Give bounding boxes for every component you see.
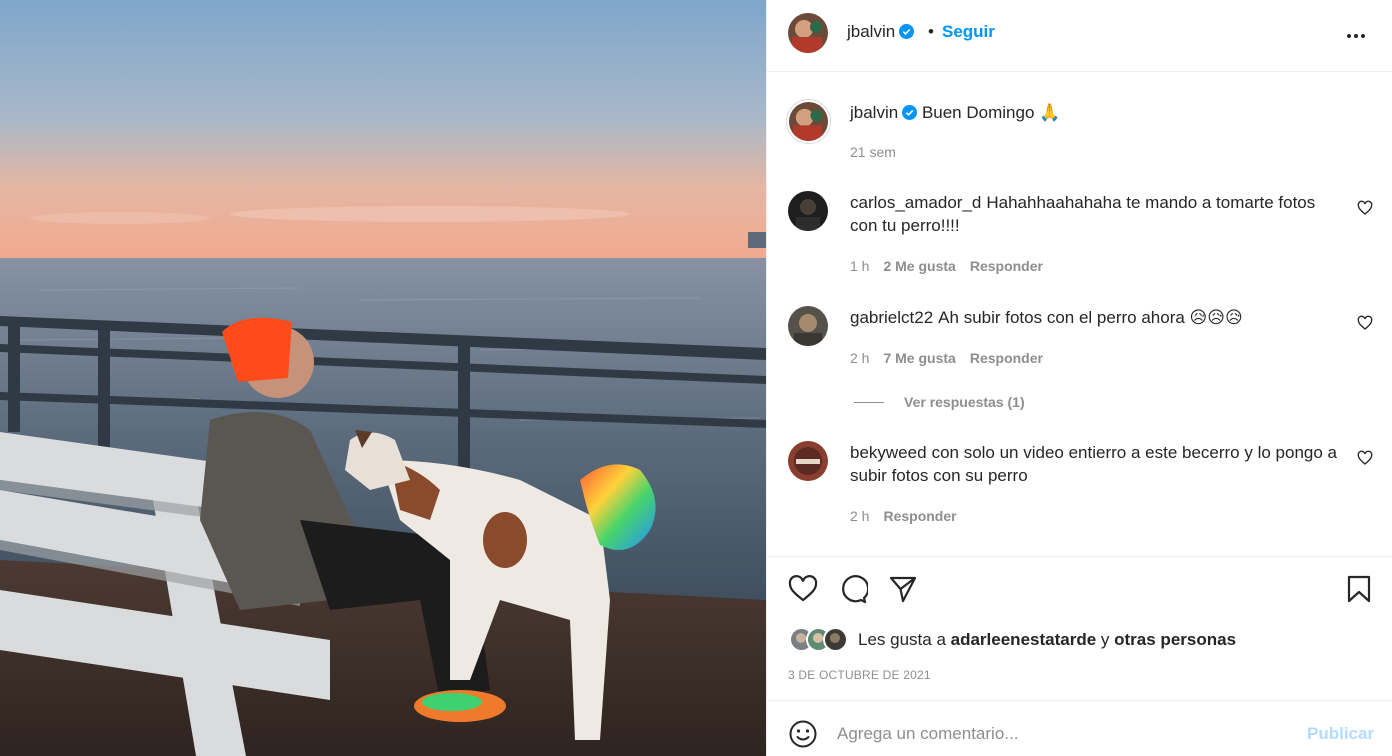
follow-button[interactable]: Seguir [942, 22, 995, 42]
likes-connector: y [1100, 629, 1110, 649]
comment-time[interactable]: 2 h [850, 508, 869, 524]
verified-icon [899, 24, 915, 39]
comment-meta: 1 h 2 Me gusta Responder [850, 258, 1057, 274]
caption-text: Buen Domingo 🙏 [921, 103, 1061, 122]
post-header: jbalvin • Seguir [767, 0, 1392, 72]
header-separator: • [928, 22, 934, 41]
likes-summary[interactable]: Les gusta a adarleenestatarde y otras pe… [789, 627, 1236, 652]
likes-others[interactable]: otras personas [1114, 630, 1236, 649]
heart-icon[interactable] [1357, 450, 1373, 466]
commenter-avatar[interactable] [788, 306, 828, 346]
caption: jbalvin Buen Domingo 🙏 [850, 103, 1060, 123]
bookmark-icon[interactable] [1344, 574, 1374, 604]
comment-time[interactable]: 1 h [850, 258, 869, 274]
emoji-icon[interactable] [788, 719, 818, 749]
post-photo-scene [0, 0, 766, 756]
comment-input[interactable] [837, 717, 1277, 751]
reply-button[interactable]: Responder [970, 258, 1043, 274]
liker-username[interactable]: adarleenestatarde [951, 630, 1097, 649]
author-avatar[interactable] [788, 13, 828, 53]
comment-username[interactable]: gabrielct22 [850, 308, 933, 327]
comment-text-block: gabrielct22 Ah subir fotos con el perro a… [850, 306, 1338, 329]
publish-button[interactable]: Publicar [1307, 724, 1374, 744]
comment-text: Ah subir fotos con el perro ahora 😥😥😥 [938, 308, 1243, 327]
comment-meta: 2 h 7 Me gusta Responder [850, 350, 1057, 366]
comment-text-block: carlos_amador_d Hahahhaahahaha te mando a… [850, 191, 1338, 237]
caption-avatar [789, 102, 828, 141]
caption-avatar-ring[interactable] [786, 99, 831, 144]
commenter-avatar[interactable] [788, 441, 828, 481]
comment-username[interactable]: bekyweed [850, 443, 927, 462]
commenter-avatar[interactable] [788, 191, 828, 231]
post-photo[interactable] [0, 0, 766, 756]
replies-divider [854, 401, 884, 403]
share-icon[interactable] [888, 574, 918, 604]
post-actions: Les gusta a adarleenestatarde y otras pe… [767, 556, 1392, 700]
view-replies-label: Ver respuestas (1) [904, 394, 1025, 410]
reply-button[interactable]: Responder [883, 508, 956, 524]
heart-icon[interactable] [1357, 315, 1373, 331]
caption-time[interactable]: 21 sem [850, 144, 896, 160]
likes-prefix: Les gusta a [858, 629, 946, 649]
verified-icon [902, 105, 918, 120]
author-username[interactable]: jbalvin [847, 22, 915, 42]
comment-time[interactable]: 2 h [850, 350, 869, 366]
heart-icon[interactable] [788, 574, 818, 604]
heart-icon[interactable] [1357, 200, 1373, 216]
reply-button[interactable]: Responder [970, 350, 1043, 366]
comment-meta: 2 h Responder [850, 508, 971, 524]
post-date[interactable]: 3 DE OCTUBRE DE 2021 [788, 668, 931, 682]
comment-likes[interactable]: 2 Me gusta [883, 258, 955, 274]
caption-username[interactable]: jbalvin [850, 103, 898, 122]
comment-likes[interactable]: 7 Me gusta [883, 350, 955, 366]
view-replies-button[interactable]: Ver respuestas (1) [854, 394, 1025, 410]
liker-avatar [823, 627, 848, 652]
more-icon[interactable] [1344, 24, 1368, 48]
post-detail-panel: jbalvin • Seguir jbalvin Buen Domingo 🙏 … [766, 0, 1392, 756]
comment-icon[interactable] [838, 574, 868, 604]
comment-username[interactable]: carlos_amador_d [850, 193, 981, 212]
comment-text-block: bekyweed con solo un video entierro a est… [850, 441, 1338, 487]
likes-text: Les gusta a adarleenestatarde y otras pe… [858, 630, 1236, 650]
add-comment-bar: Publicar [767, 700, 1392, 756]
